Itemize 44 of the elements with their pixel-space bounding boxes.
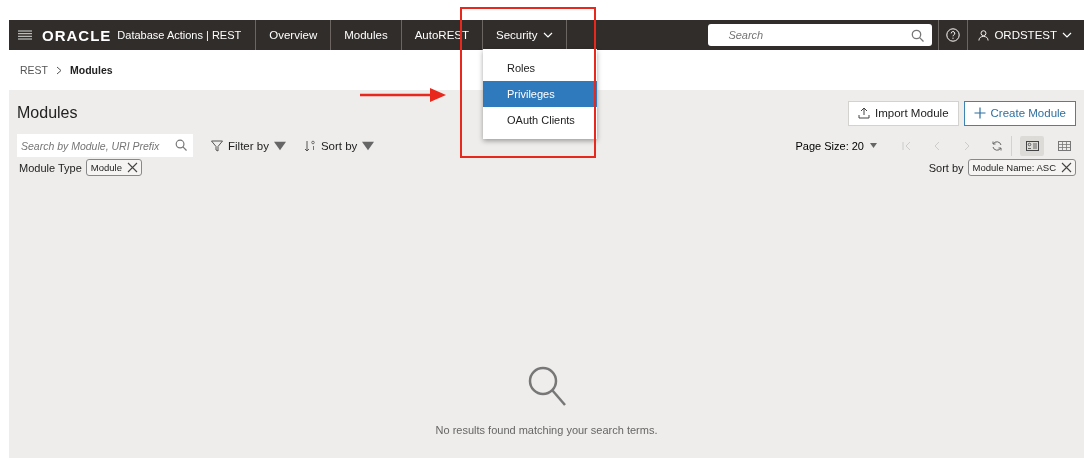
refresh-icon[interactable]	[991, 139, 1003, 152]
search-field[interactable]: Search	[708, 24, 933, 46]
breadcrumb-link[interactable]: Modules	[70, 64, 113, 76]
breadcrumb-link[interactable]: REST	[20, 64, 48, 76]
sort-icon	[303, 139, 316, 152]
filter-label: Module Type	[19, 161, 82, 174]
card-view-icon	[1025, 140, 1039, 151]
person-icon	[978, 29, 990, 41]
chevron-right-icon	[56, 65, 62, 75]
card-view-toggle[interactable]	[1020, 135, 1044, 156]
brand-logo: ORACLE	[42, 26, 112, 44]
close-icon[interactable]	[1061, 162, 1072, 173]
table-grid-icon	[1057, 140, 1071, 151]
create-button[interactable]: Create Module	[963, 100, 1076, 126]
caret-icon	[870, 143, 877, 148]
nav-tab[interactable]: Overview	[255, 20, 331, 50]
sort-dropdown[interactable]: Sort by	[303, 139, 375, 152]
search-icon	[175, 139, 187, 151]
funnel-icon	[211, 139, 223, 152]
filter-chip[interactable]: Module Name: ASC	[967, 159, 1076, 176]
menu-item[interactable]: Privileges	[483, 81, 597, 107]
chevron-down-icon	[542, 32, 553, 38]
empty-state-message: No results found matching your search terms.	[435, 424, 658, 436]
sort-label: Sort by	[928, 161, 964, 174]
chevron-down-icon	[1062, 32, 1072, 38]
page-title: Modules	[17, 104, 78, 122]
plus-icon	[973, 107, 986, 119]
product-name: Database Actions | REST	[117, 29, 242, 41]
menu-item[interactable]: OAuth Clients	[483, 107, 597, 133]
filter-dropdown[interactable]: Filter by	[211, 139, 286, 152]
close-icon[interactable]	[126, 162, 138, 173]
caret-icon	[273, 139, 286, 152]
filter-chip[interactable]: Module	[85, 159, 142, 176]
import-button[interactable]: Import Module	[848, 100, 959, 126]
search-icon	[911, 29, 925, 42]
nav-tab[interactable]: Modules	[330, 20, 401, 50]
help-icon[interactable]	[946, 28, 961, 42]
user-menu[interactable]: ORDSTEST	[967, 20, 1084, 50]
caret-icon	[362, 139, 375, 152]
upload-icon	[858, 107, 871, 119]
menu-icon[interactable]	[18, 30, 32, 40]
page-size-dropdown[interactable]: Page Size: 20	[789, 138, 883, 153]
menu-item[interactable]: Roles	[483, 55, 597, 81]
search-field[interactable]: Search by Module, URI Prefix	[17, 134, 193, 157]
